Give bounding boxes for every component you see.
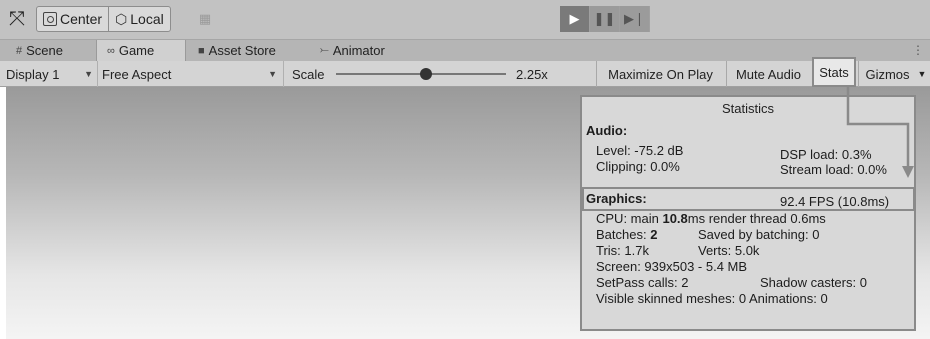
cpu-main-value: 10.8 [662,211,688,226]
cpu-suffix: ms render thread 0.6ms [687,211,826,226]
cpu-prefix: CPU: main [596,211,663,226]
scale-value: 2.25x [516,66,548,82]
statistics-title: Statistics [721,101,774,116]
stats-button[interactable]: Stats [812,57,856,87]
playback-controls: ▶ ❚❚ ▶❘ [560,6,650,32]
skinned-meshes-stats: Visible skinned meshes: 0 Animations: 0 [596,291,828,306]
tab-game[interactable]: ∞ Game [96,40,186,61]
audio-header: Audio: [586,123,628,138]
maximize-on-play-button[interactable]: Maximize On Play [596,61,724,87]
graphics-fps: 92.4 FPS (10.8ms) [780,194,890,209]
scale-slider[interactable] [336,61,506,87]
scale-slider-handle[interactable] [420,68,432,80]
batches-prefix: Batches: [596,227,651,242]
chevron-down-icon: ▼ [84,69,93,79]
screen-stats: Screen: 939x503 - 5.4 MB [596,259,748,274]
local-cube-icon: ⬡ [115,10,128,27]
grid-snap-icon[interactable]: ▦ [190,7,220,31]
gizmos-button[interactable]: Gizmos [858,61,916,87]
saved-by-batching: Saved by batching: 0 [698,227,820,242]
shadow-casters-stats: Shadow casters: 0 [760,275,867,290]
aspect-dropdown[interactable]: Free Aspect ▼ [102,61,284,87]
step-icon[interactable]: ▶❘ [620,6,650,32]
left-edge [0,87,6,339]
tab-asset-store[interactable]: ■ Asset Store [188,40,298,61]
transform-tool-icon[interactable]: ⤧ [4,6,30,32]
gamepad-icon: ∞ [107,44,115,57]
pivot-center-button[interactable]: Center [37,7,108,31]
aspect-dropdown-label: Free Aspect [102,66,172,82]
tab-asset-store-label: Asset Store [208,43,276,58]
chevron-down-icon: ▼ [268,69,277,79]
window-tabs: # Scene ∞ Game ■ Asset Store ⤚ Animator … [0,40,930,61]
pivot-center-label: Center [60,11,103,27]
pivot-local-label: Local [130,11,164,27]
verts-stats: Verts: 5.0k [698,243,760,258]
play-icon[interactable]: ▶ [560,6,590,32]
pivot-local-button[interactable]: ⬡ Local [108,7,170,31]
pause-icon[interactable]: ❚❚ [590,6,620,32]
tab-game-label: Game [118,43,155,58]
batches-value: 2 [650,227,658,242]
scene-grid-icon: # [16,44,23,57]
tris-stats: Tris: 1.7k [596,243,649,258]
tab-animator[interactable]: ⤚ Animator [310,40,410,61]
tab-animator-label: Animator [332,43,385,58]
batches-stats: Batches: 2 [596,227,657,242]
gizmos-dropdown-icon[interactable]: ▼ [914,61,930,87]
game-view-toolbar: Display 1 ▼ Free Aspect ▼ Scale 2.25x Ma… [0,57,930,87]
kebab-menu-icon[interactable]: ⋮ [912,43,924,57]
tab-scene-label: Scene [26,43,63,58]
pivot-center-icon [43,12,57,26]
tab-scene[interactable]: # Scene [6,40,98,61]
display-dropdown[interactable]: Display 1 ▼ [6,61,98,87]
scale-label: Scale [292,66,325,82]
audio-level: Level: -75.2 dB [596,143,684,158]
pivot-toggle-group: Center ⬡ Local [36,6,171,32]
statistics-panel: Statistics Audio: Level: -75.2 dB Clippi… [580,95,916,331]
graphics-header: Graphics: [586,191,647,206]
setpass-stats: SetPass calls: 2 [596,275,689,290]
display-dropdown-label: Display 1 [6,66,60,82]
cpu-stats: CPU: main 10.8ms render thread 0.6ms [596,211,826,226]
main-toolbar: ⤧ Center ⬡ Local ▦ ▶ ❚❚ ▶❘ [0,0,930,40]
shopping-bag-icon: ■ [198,44,205,57]
audio-clipping: Clipping: 0.0% [596,159,680,174]
mute-audio-button[interactable]: Mute Audio [726,61,810,87]
audio-stream-load: Stream load: 0.0% [780,162,887,177]
animator-icon: ⤚ [320,44,329,56]
audio-dsp-load: DSP load: 0.3% [780,147,872,162]
